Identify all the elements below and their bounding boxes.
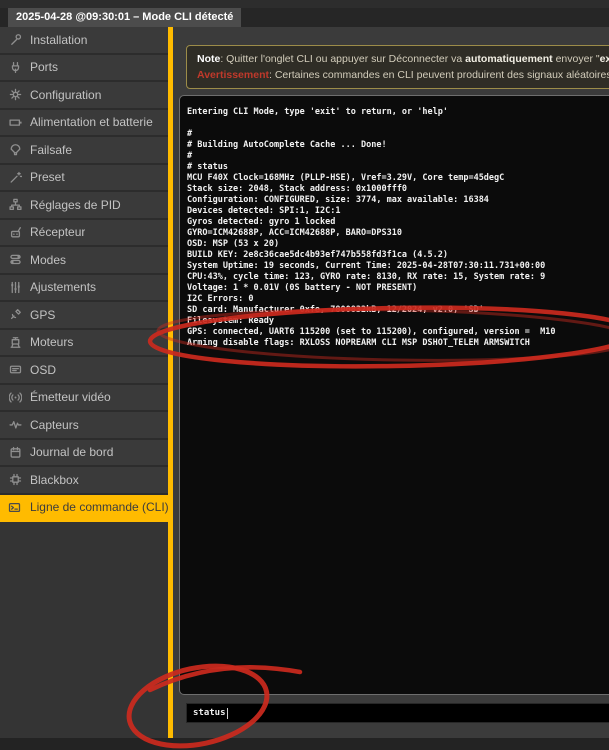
cli-line: Voltage: 1 * 0.01V (0S battery - NOT PRE… (187, 283, 609, 294)
osd-icon (8, 363, 22, 376)
cli-input[interactable]: status (186, 703, 609, 723)
cli-line: MCU F40X Clock=168MHz (PLLP-HSE), Vref=3… (187, 173, 609, 184)
gear-icon (8, 88, 22, 101)
cli-line: BUILD KEY: 2e8c36cae5dc4b93ef747b558fd3f… (187, 250, 609, 261)
antenna-icon (8, 391, 22, 404)
note-text-2: envoyer " (553, 53, 600, 65)
sidebar-item-adjustments[interactable]: Ajustements (0, 275, 168, 303)
sidebar-item-installation[interactable]: Installation (0, 27, 168, 55)
cli-line: SD card: Manufacturer 0xfe, 7800832kB, 1… (187, 305, 609, 316)
sidebar-item-pid[interactable]: Réglages de PID (0, 192, 168, 220)
cli-note-banner: Note: Quitter l'onglet CLI ou appuyer su… (186, 45, 609, 89)
cli-line: Entering CLI Mode, type 'exit' to return… (187, 107, 609, 118)
terminal-icon (8, 501, 22, 514)
cli-line: Configuration: CONFIGURED, size: 3774, m… (187, 195, 609, 206)
sidebar-item-osd[interactable]: OSD (0, 357, 168, 385)
sidebar-item-label: GPS (30, 308, 55, 322)
cli-line: Stack size: 2048, Stack address: 0x1000f… (187, 184, 609, 195)
sidebar-item-label: OSD (30, 363, 56, 377)
sidebar-item-label: Ajustements (30, 280, 96, 294)
cli-line: GYRO=ICM42688P, ACC=ICM42688P, BARO=DPS3… (187, 228, 609, 239)
sidebar-item-label: Modes (30, 253, 66, 267)
sidebar-item-power[interactable]: Alimentation et batterie (0, 110, 168, 138)
remote-icon (8, 226, 22, 239)
warning-label: Avertissement (197, 69, 269, 81)
cli-line: Filesystem: Ready (187, 316, 609, 327)
cli-line: System Uptime: 19 seconds, Current Time:… (187, 261, 609, 272)
sidebar-item-motors[interactable]: Moteurs (0, 330, 168, 358)
sitemap-icon (8, 198, 22, 211)
note-bold-2: exit (600, 53, 609, 65)
cli-line: # status (187, 162, 609, 173)
plug-icon (8, 61, 22, 74)
cli-line: OSD: MSP (53 x 20) (187, 239, 609, 250)
sidebar-item-label: Ports (30, 60, 58, 74)
sidebar-item-label: Récepteur (30, 225, 85, 239)
battery-icon (8, 116, 22, 129)
sidebar-item-label: Capteurs (30, 418, 79, 432)
cli-line: Arming disable flags: RXLOSS NOPREARM CL… (187, 338, 609, 349)
cli-line: CPU:43%, cycle time: 123, GYRO rate: 813… (187, 272, 609, 283)
sidebar-item-label: Preset (30, 170, 65, 184)
toggles-icon (8, 253, 22, 266)
sidebar-item-configuration[interactable]: Configuration (0, 82, 168, 110)
configurator-window: 2025-04-28 @09:30:01 – Mode CLI détecté … (0, 0, 609, 750)
sidebar-item-label: Failsafe (30, 143, 72, 157)
motor-icon (8, 336, 22, 349)
bottom-strip (0, 738, 609, 750)
cli-line: GPS: connected, UART6 115200 (set to 115… (187, 327, 609, 338)
sidebar-nav: Installation Ports Configuration Alimentati… (0, 27, 168, 522)
text-cursor (227, 708, 229, 719)
sidebar-item-label: Blackbox (30, 473, 79, 487)
cli-input-value: status (193, 708, 226, 718)
sidebar-item-label: Réglages de PID (30, 198, 121, 212)
cli-line: # (187, 129, 609, 140)
sidebar-item-modes[interactable]: Modes (0, 247, 168, 275)
sidebar: Installation Ports Configuration Alimentati… (0, 27, 168, 738)
sidebar-item-label: Émetteur vidéo (30, 390, 111, 404)
cli-line: # Building AutoComplete Cache ... Done! (187, 140, 609, 151)
cli-tab-content: Note: Quitter l'onglet CLI ou appuyer su… (173, 27, 609, 738)
sidebar-item-logbook[interactable]: Journal de bord (0, 440, 168, 468)
sidebar-item-preset[interactable]: Preset (0, 165, 168, 193)
chip-icon (8, 473, 22, 486)
waveform-icon (8, 418, 22, 431)
cli-line: Gyros detected: gyro 1 locked (187, 217, 609, 228)
log-bar: 2025-04-28 @09:30:01 – Mode CLI détecté (0, 8, 609, 27)
sidebar-item-blackbox[interactable]: Blackbox (0, 467, 168, 495)
satellite-icon (8, 308, 22, 321)
sliders-icon (8, 281, 22, 294)
note-text-1: : Quitter l'onglet CLI ou appuyer sur Dé… (220, 53, 465, 65)
magic-wand-icon (8, 171, 22, 184)
sidebar-item-label: Ligne de commande (CLI) (30, 500, 168, 514)
sidebar-item-label: Moteurs (30, 335, 73, 349)
note-label: Note (197, 53, 220, 65)
wrench-icon (8, 33, 22, 46)
cli-line: Devices detected: SPI:1, I2C:1 (187, 206, 609, 217)
sidebar-item-label: Installation (30, 33, 87, 47)
sidebar-item-vtx[interactable]: Émetteur vidéo (0, 385, 168, 413)
cli-output[interactable]: Entering CLI Mode, type 'exit' to return… (179, 95, 609, 695)
sidebar-item-gps[interactable]: GPS (0, 302, 168, 330)
top-strip (0, 0, 609, 8)
parachute-icon (8, 143, 22, 156)
sidebar-item-label: Configuration (30, 88, 101, 102)
log-message: 2025-04-28 @09:30:01 – Mode CLI détecté (8, 8, 241, 27)
sidebar-item-failsafe[interactable]: Failsafe (0, 137, 168, 165)
cli-line: # (187, 151, 609, 162)
sidebar-item-label: Journal de bord (30, 445, 113, 459)
journal-icon (8, 446, 22, 459)
sidebar-item-receiver[interactable]: Récepteur (0, 220, 168, 248)
warning-text: : Certaines commandes en CLI peuvent pro… (269, 69, 609, 81)
sidebar-item-label: Alimentation et batterie (30, 115, 153, 129)
cli-line (187, 118, 609, 129)
sidebar-item-ports[interactable]: Ports (0, 55, 168, 83)
cli-line: I2C Errors: 0 (187, 294, 609, 305)
note-bold-1: automatiquement (465, 53, 553, 65)
sidebar-item-cli[interactable]: Ligne de commande (CLI) (0, 495, 168, 523)
sidebar-item-sensors[interactable]: Capteurs (0, 412, 168, 440)
